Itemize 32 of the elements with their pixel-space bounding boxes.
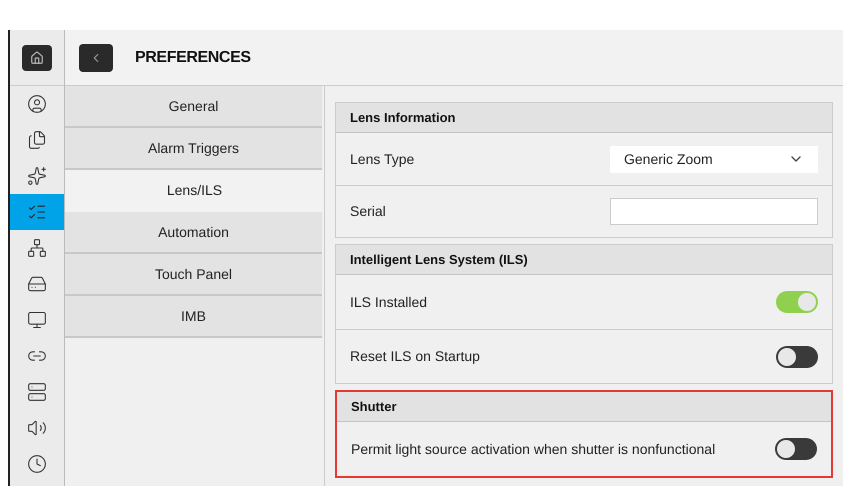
speaker-icon xyxy=(27,418,47,438)
toggle-switch[interactable] xyxy=(775,438,817,460)
setting-label: Permit light source activation when shutter is nonfunctional xyxy=(351,440,716,459)
sparkle-icon xyxy=(27,166,47,186)
setting-label: Serial xyxy=(350,202,386,221)
hard-drive-icon xyxy=(27,274,47,294)
serial-field[interactable] xyxy=(610,198,818,225)
user-icon xyxy=(27,94,47,114)
section-title: Intelligent Lens System (ILS) xyxy=(350,250,528,269)
tab[interactable]: IMB xyxy=(65,296,322,338)
back-button[interactable] xyxy=(79,44,113,72)
monitor-icon xyxy=(27,310,47,330)
files-icon xyxy=(27,130,47,150)
lens-type-dropdown[interactable]: Generic Zoom xyxy=(610,146,818,172)
tab[interactable]: Alarm Triggers xyxy=(65,128,322,170)
checklist-button[interactable] xyxy=(10,194,64,230)
setting-label: ILS Installed xyxy=(350,292,428,312)
toggle-switch[interactable] xyxy=(776,291,818,313)
home-icon xyxy=(30,50,44,64)
tab[interactable]: Touch Panel xyxy=(65,254,322,296)
section-title: Shutter xyxy=(351,398,396,416)
server-icon xyxy=(27,382,47,402)
section-title: Lens Information xyxy=(350,108,456,127)
home-button[interactable] xyxy=(22,44,52,70)
toggle-switch[interactable] xyxy=(776,346,818,368)
network-icon xyxy=(27,238,47,258)
tab[interactable]: Automation xyxy=(65,212,322,254)
setting-label: Lens Type xyxy=(350,150,414,169)
page-title: PREFERENCES xyxy=(135,48,251,68)
setting-label: Reset ILS on Startup xyxy=(350,347,480,366)
clock-icon xyxy=(27,454,47,474)
tab[interactable]: General xyxy=(65,86,322,128)
